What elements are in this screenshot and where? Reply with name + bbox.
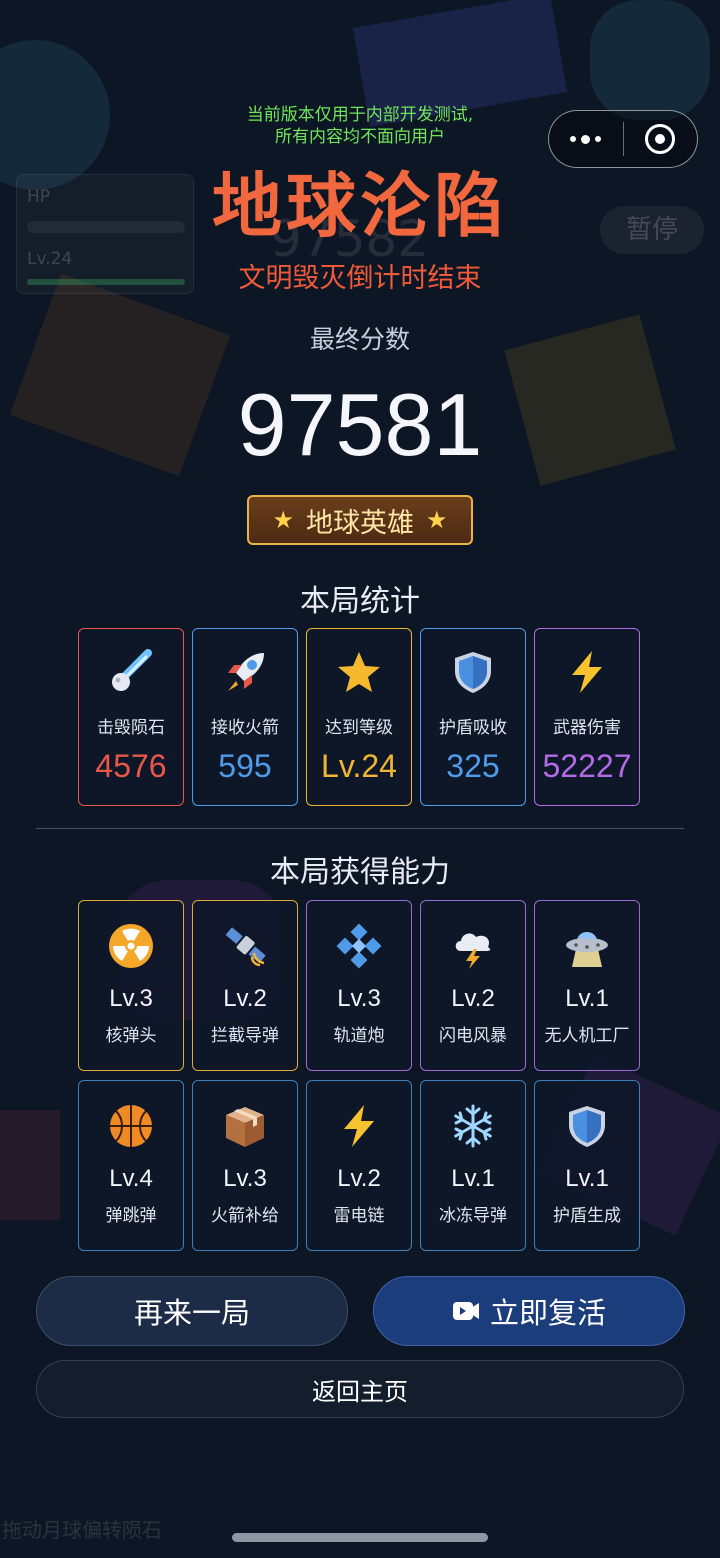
ability-level: Lv.3: [109, 985, 153, 1012]
ability-card: Lv.3 核弹头: [78, 900, 184, 1071]
ability-level: Lv.2: [223, 985, 267, 1012]
ability-name: 冰冻导弹: [439, 1206, 507, 1226]
ability-level: Lv.3: [223, 1165, 267, 1192]
play-again-label: 再来一局: [133, 1296, 250, 1330]
ability-card: Lv.3 火箭补给: [192, 1080, 298, 1251]
rocket-icon: [220, 647, 270, 697]
stat-value: 325: [446, 748, 500, 784]
stat-label: 接收火箭: [211, 718, 279, 738]
ability-level: Lv.1: [451, 1165, 495, 1192]
radiation-icon: [106, 921, 156, 971]
bg-asteroid: [590, 0, 710, 120]
star-icon: ★: [272, 506, 294, 534]
star-icon: ★: [426, 506, 448, 534]
bg-drag-hint: 拖动月球偏转陨石: [2, 1518, 162, 1542]
rank-badge: ★ 地球英雄 ★: [247, 495, 473, 545]
ability-name: 雷电链: [333, 1206, 385, 1226]
ability-card: Lv.1 无人机工厂: [534, 900, 640, 1071]
ability-level: Lv.2: [337, 1165, 381, 1192]
game-over-title: 地球沦陷: [212, 165, 508, 247]
stats-section-title: 本局统计: [300, 584, 420, 619]
ability-name: 拦截导弹: [211, 1026, 279, 1046]
stat-label: 护盾吸收: [439, 718, 507, 738]
ability-card: Lv.2 闪电风暴: [420, 900, 526, 1071]
diamond-icon: [334, 921, 384, 971]
return-home-button[interactable]: 返回主页: [36, 1360, 684, 1418]
play-again-button[interactable]: 再来一局: [36, 1276, 348, 1346]
ufo-icon: [562, 921, 612, 971]
ability-level: Lv.3: [337, 985, 381, 1012]
stat-value: 595: [218, 748, 272, 784]
star-icon: [334, 647, 384, 697]
lightning-icon: [562, 647, 612, 697]
return-home-label: 返回主页: [312, 1377, 408, 1406]
package-icon: [220, 1101, 270, 1151]
ability-name: 核弹头: [105, 1026, 157, 1046]
video-ad-icon: [452, 1302, 479, 1320]
stat-card: 达到等级 Lv.24: [306, 628, 412, 806]
ability-card: Lv.1 冰冻导弹: [420, 1080, 526, 1251]
section-divider: [36, 828, 684, 829]
comet-icon: [106, 647, 156, 697]
lightning-icon: [334, 1101, 384, 1151]
more-dots-icon: [570, 134, 602, 144]
ability-name: 无人机工厂: [544, 1026, 630, 1046]
revive-button[interactable]: 立即复活: [373, 1276, 685, 1346]
stat-value: 4576: [95, 748, 167, 784]
ability-name: 弹跳弹: [105, 1206, 157, 1226]
stat-card: 击毁陨石 4576: [78, 628, 184, 806]
ability-card: Lv.1 护盾生成: [534, 1080, 640, 1251]
basketball-icon: [106, 1101, 156, 1151]
stat-label: 武器伤害: [553, 718, 621, 738]
stats-grid: 击毁陨石 4576 接收火箭 595 达到等级 Lv.24 护盾吸收 325 武器伤害 52227: [78, 628, 640, 806]
stat-label: 达到等级: [325, 718, 393, 738]
ability-level: Lv.2: [451, 985, 495, 1012]
shield-icon: [448, 647, 498, 697]
revive-label: 立即复活: [489, 1296, 606, 1330]
ability-card: Lv.2 雷电链: [306, 1080, 412, 1251]
ability-name: 护盾生成: [553, 1206, 621, 1226]
stat-label: 击毁陨石: [97, 718, 165, 738]
bg-asteroid: [0, 1110, 60, 1220]
ability-level: Lv.4: [109, 1165, 153, 1192]
ability-card: Lv.2 拦截导弹: [192, 900, 298, 1071]
ability-name: 轨道炮: [333, 1026, 385, 1046]
game-over-subtitle: 文明毁灭倒计时结束: [238, 263, 482, 294]
ability-card: Lv.3 轨道炮: [306, 900, 412, 1071]
final-score-value: 97581: [237, 375, 483, 474]
abilities-grid: Lv.3 核弹头 Lv.2 拦截导弹 Lv.3 轨道炮 Lv.2 闪电风暴 Lv.1 无人机工厂 L…: [78, 900, 640, 1251]
stat-value: 52227: [542, 748, 632, 784]
satellite-icon: [220, 921, 270, 971]
abilities-section-title: 本局获得能力: [270, 855, 450, 890]
final-score-label: 最终分数: [309, 325, 410, 354]
rank-badge-label: 地球英雄: [306, 507, 414, 539]
home-indicator[interactable]: [232, 1533, 488, 1542]
ability-level: Lv.1: [565, 1165, 609, 1192]
thunder-cloud-icon: [448, 921, 498, 971]
shield-icon: [562, 1101, 612, 1151]
stat-card: 护盾吸收 325: [420, 628, 526, 806]
snowflake-icon: [448, 1101, 498, 1151]
ability-name: 火箭补给: [211, 1206, 279, 1226]
ability-level: Lv.1: [565, 985, 609, 1012]
ability-card: Lv.4 弹跳弹: [78, 1080, 184, 1251]
stat-value: Lv.24: [321, 748, 397, 784]
stat-card: 接收火箭 595: [192, 628, 298, 806]
ability-name: 闪电风暴: [439, 1026, 507, 1046]
stat-card: 武器伤害 52227: [534, 628, 640, 806]
